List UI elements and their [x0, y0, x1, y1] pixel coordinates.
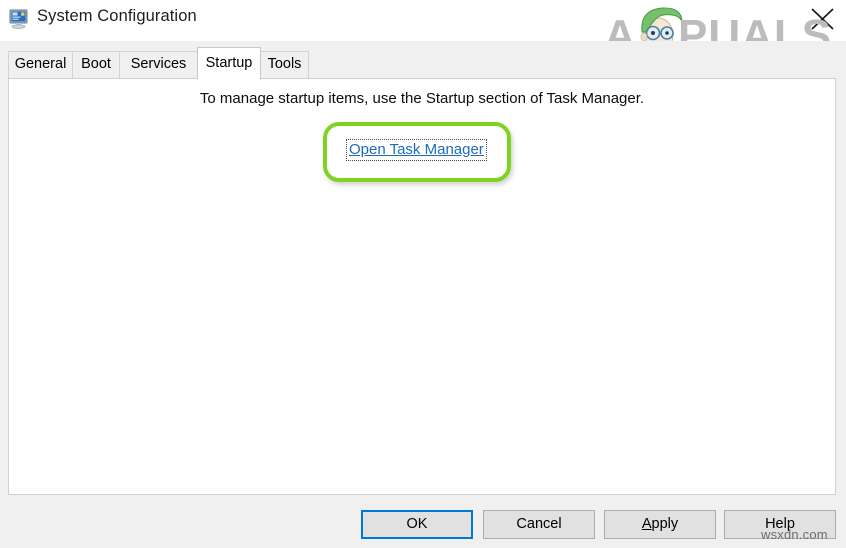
system-configuration-window: System Configuration A PUALS General Boo… — [0, 0, 846, 548]
cancel-button-label: Cancel — [516, 516, 562, 532]
tab-general[interactable]: General — [8, 51, 73, 78]
tab-boot[interactable]: Boot — [72, 51, 120, 78]
startup-tab-panel: To manage startup items, use the Startup… — [8, 78, 836, 495]
close-icon[interactable] — [806, 3, 840, 35]
cancel-button[interactable]: Cancel — [483, 510, 595, 539]
help-button[interactable]: Help — [724, 510, 836, 539]
open-task-manager-link[interactable]: Open Task Manager — [346, 139, 487, 161]
tab-services[interactable]: Services — [119, 51, 198, 78]
tab-startup[interactable]: Startup — [197, 47, 261, 80]
ok-button[interactable]: OK — [361, 510, 473, 539]
startup-instruction-text: To manage startup items, use the Startup… — [199, 90, 645, 107]
system-configuration-monitor-icon — [9, 9, 30, 29]
tab-tools[interactable]: Tools — [260, 51, 309, 78]
apply-button[interactable]: Apply — [604, 510, 716, 539]
window-title: System Configuration — [37, 7, 197, 25]
tab-tools-label: Tools — [267, 56, 302, 72]
apply-button-label: Apply — [641, 516, 679, 532]
tab-strip: General Boot Services Startup Tools — [0, 41, 846, 80]
title-bar: System Configuration — [0, 0, 846, 41]
ok-button-label: OK — [406, 516, 428, 532]
help-button-label: Help — [765, 516, 795, 532]
tab-startup-label: Startup — [205, 55, 253, 71]
tab-general-label: General — [14, 56, 67, 72]
tab-services-label: Services — [130, 56, 187, 72]
tab-boot-label: Boot — [81, 56, 111, 72]
